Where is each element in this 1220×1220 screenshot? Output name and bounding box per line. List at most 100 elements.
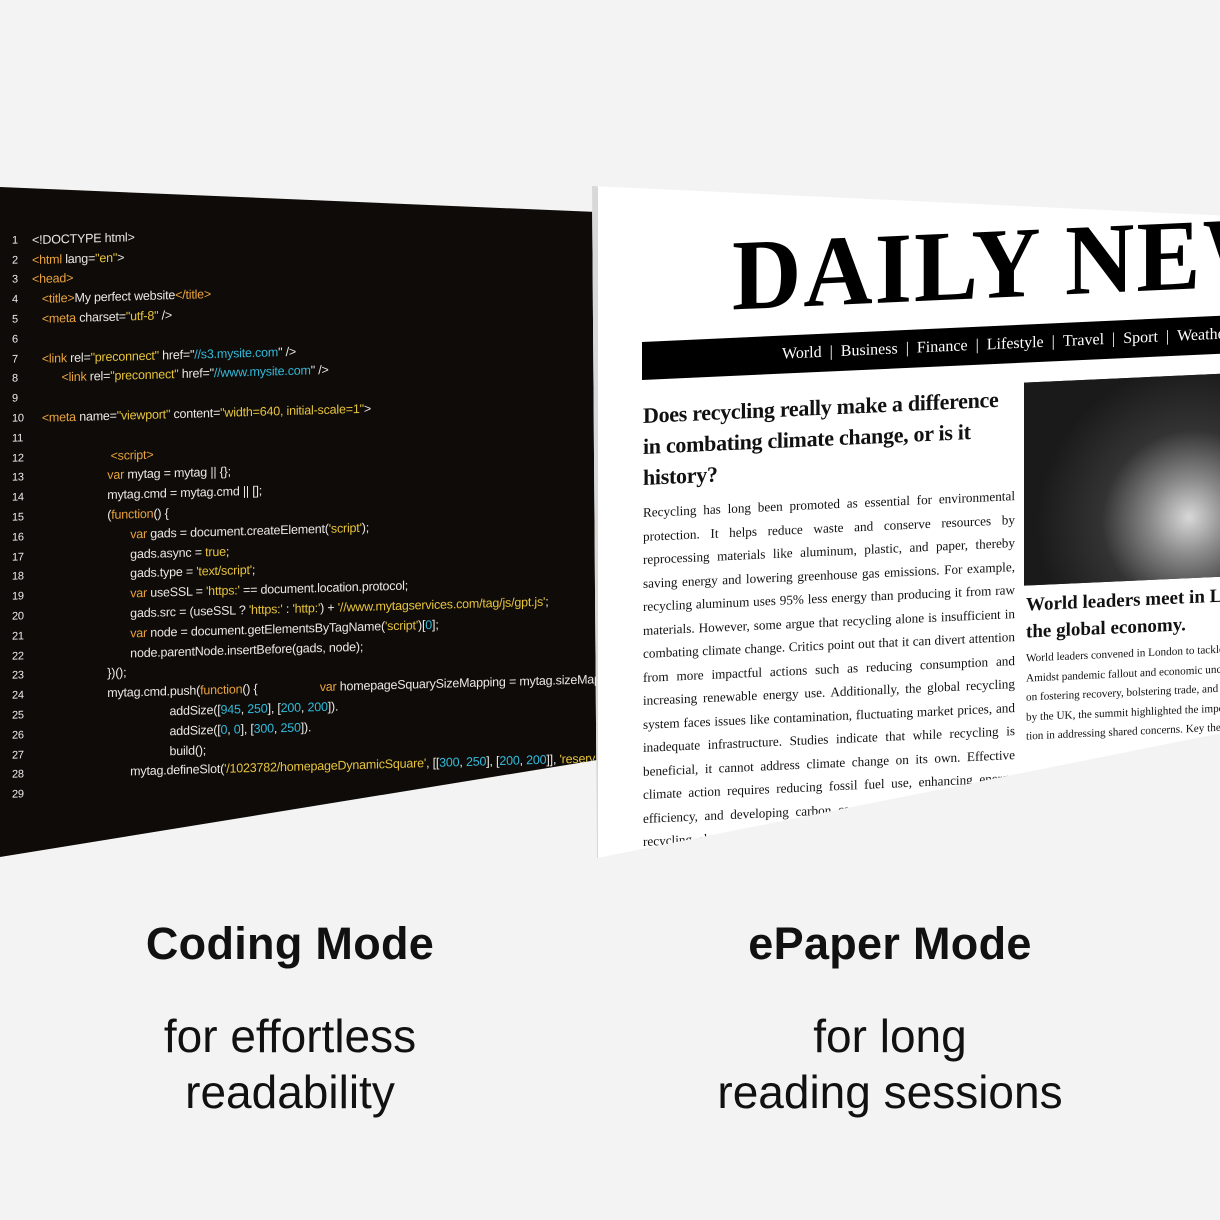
caption-title: Coding Mode [145, 918, 435, 969]
nav-separator: | [829, 343, 833, 361]
line-number: 26 [12, 729, 24, 742]
line-number: 25 [12, 709, 24, 722]
code-token: , [[ [426, 756, 440, 771]
news-photo [1024, 372, 1220, 586]
code-token: <html [32, 251, 62, 267]
code-token: //www.mysite.com [213, 363, 311, 381]
line-number: 21 [12, 630, 24, 643]
article-body: Recycling has long been promoted as esse… [643, 488, 1015, 858]
epaper-mode-screen: DAILY NEWS World | Business | Finance | Lifest… [592, 186, 1220, 858]
caption-subtitle: for effortless readability [163, 1010, 417, 1118]
code-token: content= [170, 405, 221, 422]
code-token: > [117, 250, 125, 265]
code-token: rel= [86, 369, 111, 385]
code-token: <!DOCTYPE html> [32, 230, 135, 247]
code-token: 250 [465, 754, 487, 770]
code-token: rel= [66, 350, 91, 365]
nav-item-travel[interactable]: Travel [1063, 331, 1104, 351]
code-token: <link [61, 370, 87, 385]
line-number: 17 [12, 550, 24, 564]
coding-mode-screen: 1 <!DOCTYPE html> 2 <html lang= "en" >3 <head>… [0, 187, 597, 857]
code-token: href=" [158, 347, 195, 363]
code-token: ], [ [267, 701, 281, 716]
line-number: 23 [12, 669, 24, 683]
code-token: 0 [425, 617, 433, 632]
line-number: 1 [12, 234, 18, 247]
code-token: 200 [280, 700, 301, 716]
side-headline: World leaders meet in London the global … [1026, 581, 1220, 646]
code-token: > [363, 401, 371, 416]
code-token: 'https:' [248, 602, 283, 618]
code-token: ]). [327, 699, 339, 714]
code-token: () { [153, 506, 169, 521]
code-token: ], [ [486, 754, 500, 769]
line-number: 14 [12, 491, 24, 504]
code-token: var [130, 625, 147, 641]
nav-item-business[interactable]: Business [841, 340, 898, 361]
line-number: 20 [12, 610, 24, 623]
code-token: <title> [41, 291, 75, 307]
code-token: </title> [175, 287, 212, 303]
line-number: 13 [12, 471, 24, 485]
code-token: " /> [278, 344, 296, 359]
code-token: var [130, 526, 147, 542]
code-token: addSize([ [32, 722, 221, 742]
side-body: World leaders convened in London to tack… [1026, 639, 1220, 747]
code-token: 300 [253, 721, 274, 736]
nav-item-sport[interactable]: Sport [1123, 329, 1158, 349]
code-token: build(); [32, 742, 207, 762]
code-token: 'reserv [559, 751, 596, 767]
line-number: 9 [12, 392, 18, 405]
line-number: 29 [12, 788, 24, 801]
line-number: 12 [12, 451, 24, 465]
line-number: 11 [12, 432, 24, 445]
line-number: 10 [12, 412, 24, 425]
code-token: "preconnect" [90, 348, 159, 365]
code-token: /> [158, 308, 173, 323]
article-headline: Does recycling really make a difference … [643, 386, 999, 490]
code-token: 'text/script' [196, 563, 252, 579]
code-token: 200 [307, 699, 328, 715]
code-token: mytag.cmd.push( [32, 683, 201, 703]
line-number: 28 [12, 768, 24, 782]
code-token: == document.location.protocol; [239, 578, 408, 598]
nav-separator: | [905, 339, 909, 358]
code-token: //s3.mysite.com [194, 344, 279, 362]
code-token: <script> [110, 447, 154, 463]
code-token: 'https:' [206, 583, 240, 599]
nav-item-world[interactable]: World [782, 344, 822, 364]
nav-separator: | [1112, 330, 1116, 348]
nav-separator: | [1051, 333, 1055, 351]
code-token: 300 [439, 755, 460, 771]
coding-mode-caption: Coding Mode for effortless readability [10, 918, 570, 1120]
line-number: 2 [12, 254, 18, 267]
code-listing: 1 <!DOCTYPE html> 2 <html lang= "en" >3 <head>… [0, 211, 597, 805]
nav-item-weather[interactable]: Weather [1177, 325, 1220, 345]
code-token: '/1023782/homepageDynamicSquare' [224, 756, 427, 777]
nav-item-lifestyle[interactable]: Lifestyle [987, 334, 1044, 355]
line-number: 8 [12, 372, 18, 386]
code-token: ]], [546, 752, 560, 768]
code-token: "viewport" [116, 407, 171, 423]
code-token: ) + [320, 600, 338, 616]
code-token: 250 [280, 720, 301, 735]
code-token: mytag = mytag || {}; [124, 465, 231, 482]
code-token: charset= [75, 309, 126, 325]
line-number: 18 [12, 570, 24, 584]
line-number: 24 [12, 689, 24, 702]
code-token: 250 [247, 701, 268, 717]
line-number: 27 [12, 748, 24, 762]
code-token: ; [545, 594, 549, 609]
line-number: 3 [12, 273, 18, 287]
code-token: 200 [499, 753, 520, 769]
code-token: : [282, 601, 293, 617]
code-token: mytag.defineSlot( [32, 762, 225, 782]
nav-item-finance[interactable]: Finance [917, 337, 968, 357]
